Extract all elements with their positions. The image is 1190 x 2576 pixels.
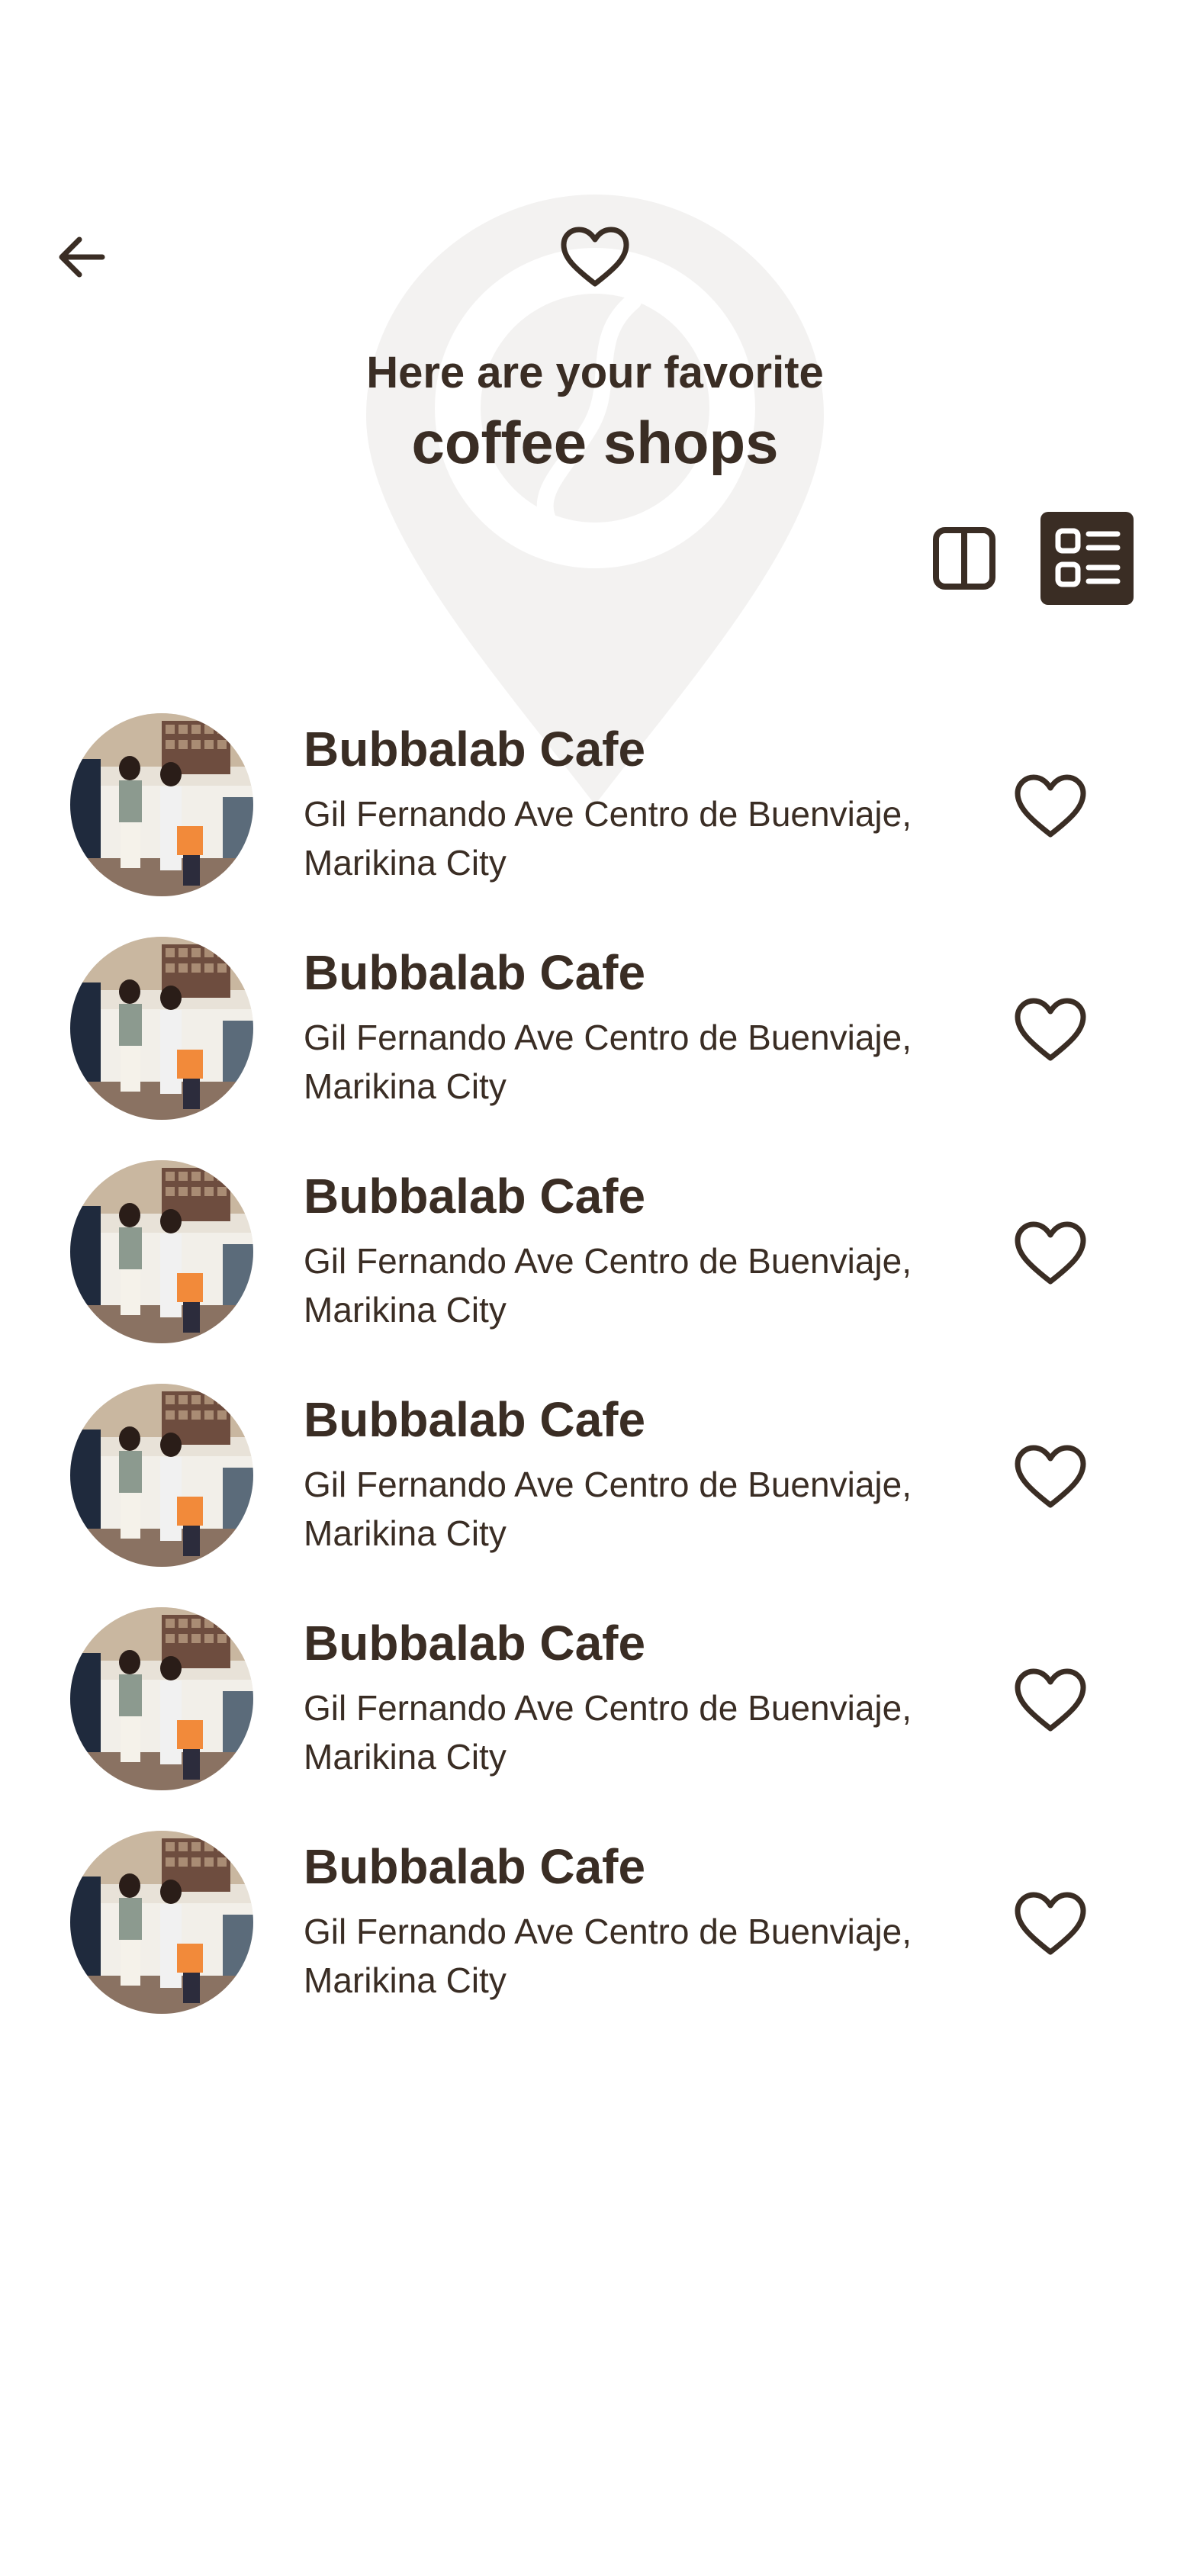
shop-name: Bubbalab Cafe	[304, 1839, 646, 1894]
favorite-shops-list: Bubbalab Cafe Gil Fernando Ave Centro de…	[0, 709, 1190, 2050]
favorite-button[interactable]	[1008, 1435, 1092, 1519]
shop-photo	[70, 1160, 253, 1343]
favorites-header-icon	[557, 219, 633, 295]
favorite-button[interactable]	[1008, 1658, 1092, 1742]
shop-list-item[interactable]: Bubbalab Cafe Gil Fernando Ave Centro de…	[0, 1827, 1190, 2050]
heart-outline-icon	[1015, 1668, 1086, 1732]
shop-list-item[interactable]: Bubbalab Cafe Gil Fernando Ave Centro de…	[0, 1380, 1190, 1603]
shop-address: Gil Fernando Ave Centro de Buenviaje, Ma…	[304, 1912, 912, 2000]
shop-name: Bubbalab Cafe	[304, 945, 646, 1000]
back-button[interactable]	[47, 223, 116, 291]
shop-name: Bubbalab Cafe	[304, 1392, 646, 1447]
shop-photo	[70, 1607, 253, 1790]
shop-address: Gil Fernando Ave Centro de Buenviaje, Ma…	[304, 1688, 912, 1777]
shop-list-item[interactable]: Bubbalab Cafe Gil Fernando Ave Centro de…	[0, 1603, 1190, 1827]
shop-name: Bubbalab Cafe	[304, 722, 646, 777]
heart-outline-icon	[561, 227, 629, 287]
page-title: coffee shops	[411, 409, 779, 476]
shop-list-item[interactable]: Bubbalab Cafe Gil Fernando Ave Centro de…	[0, 933, 1190, 1156]
shop-photo	[70, 1384, 253, 1567]
list-view-toggle[interactable]	[1040, 512, 1134, 605]
shop-list-item[interactable]: Bubbalab Cafe Gil Fernando Ave Centro de…	[0, 709, 1190, 933]
heart-outline-icon	[1015, 1221, 1086, 1285]
shop-photo	[70, 937, 253, 1120]
shop-name: Bubbalab Cafe	[304, 1616, 646, 1671]
heart-outline-icon	[1015, 998, 1086, 1061]
heart-outline-icon	[1015, 1892, 1086, 1955]
shop-address: Gil Fernando Ave Centro de Buenviaje, Ma…	[304, 1018, 912, 1106]
two-column-icon	[933, 527, 995, 590]
list-view-icon	[1055, 528, 1121, 587]
grid-view-toggle[interactable]	[925, 519, 1004, 598]
arrow-left-icon	[59, 236, 105, 278]
heart-outline-icon	[1015, 1445, 1086, 1508]
shop-photo	[70, 713, 253, 896]
shop-address: Gil Fernando Ave Centro de Buenviaje, Ma…	[304, 1465, 912, 1553]
favorite-button[interactable]	[1008, 764, 1092, 848]
shop-photo	[70, 1831, 253, 2014]
favorite-button[interactable]	[1008, 1211, 1092, 1295]
shop-address: Gil Fernando Ave Centro de Buenviaje, Ma…	[304, 794, 912, 883]
favorite-button[interactable]	[1008, 988, 1092, 1072]
heart-outline-icon	[1015, 774, 1086, 838]
shop-address: Gil Fernando Ave Centro de Buenviaje, Ma…	[304, 1241, 912, 1330]
favorite-button[interactable]	[1008, 1882, 1092, 1966]
shop-list-item[interactable]: Bubbalab Cafe Gil Fernando Ave Centro de…	[0, 1156, 1190, 1380]
page-subtitle: Here are your favorite	[366, 348, 824, 397]
shop-name: Bubbalab Cafe	[304, 1169, 646, 1224]
